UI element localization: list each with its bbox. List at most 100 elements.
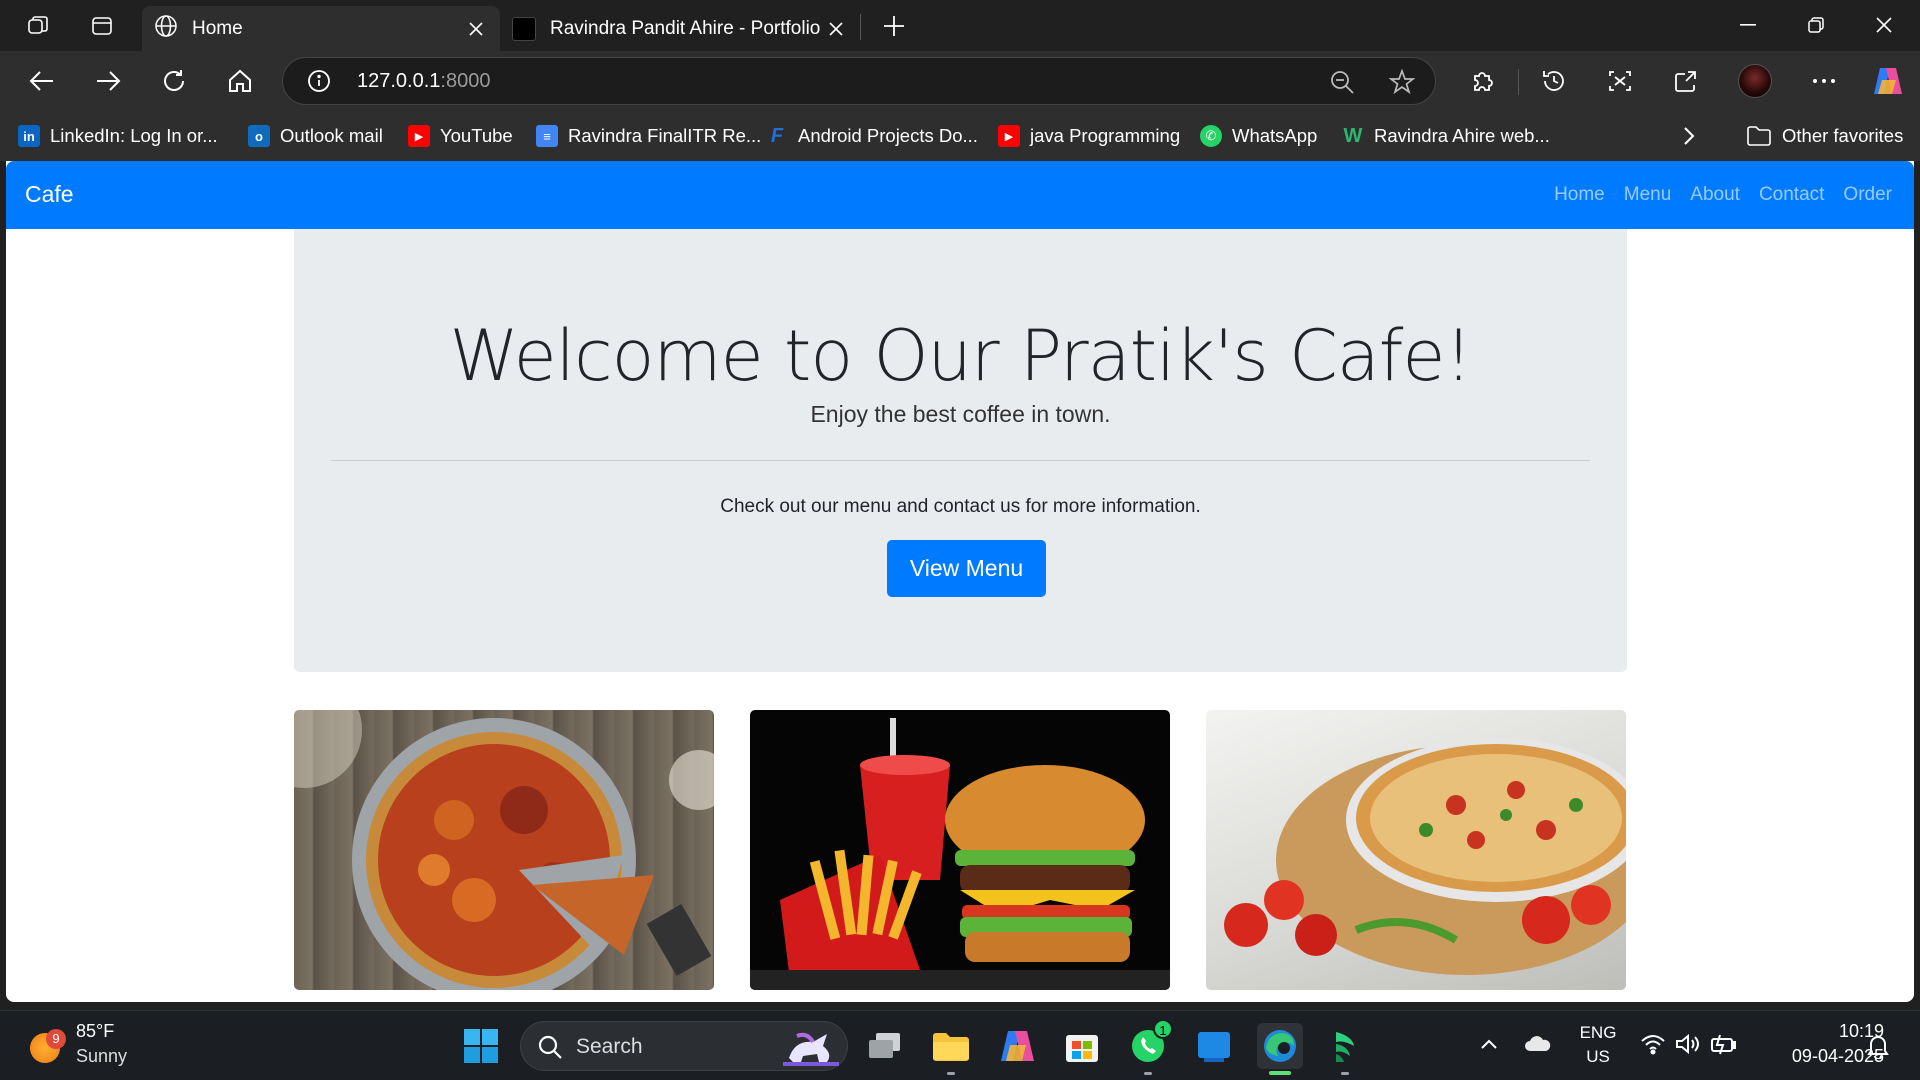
url-host: 127.0.0.1: [357, 70, 441, 92]
battery-icon[interactable]: [1710, 1033, 1738, 1060]
site-brand[interactable]: Cafe: [25, 181, 74, 208]
tab-home[interactable]: Home: [142, 6, 500, 51]
file-explorer-icon[interactable]: [928, 1023, 974, 1075]
favorite-whatsapp[interactable]: ✆ WhatsApp: [1200, 123, 1317, 149]
browser-toolbar: 127.0.0.1:8000: [0, 51, 1920, 111]
favorite-outlook[interactable]: o Outlook mail: [248, 123, 383, 149]
running-indicator: [947, 1072, 955, 1075]
whatsapp-taskbar-icon[interactable]: 1: [1125, 1019, 1173, 1075]
favorite-java-programming[interactable]: ▶ java Programming: [998, 123, 1180, 149]
favorite-label: YouTube: [440, 125, 513, 146]
pizza-tomatoes-image: [1206, 710, 1626, 990]
weather-condition: Sunny: [76, 1046, 128, 1066]
home-icon[interactable]: [222, 63, 258, 99]
copilot-taskbar-icon[interactable]: [994, 1023, 1040, 1069]
wifi-icon[interactable]: [1640, 1033, 1666, 1060]
site-nav-links: Home Menu About Contact Order: [1554, 184, 1892, 206]
web-page: Cafe Home Menu About Contact Order Welco…: [6, 161, 1914, 1002]
favorite-linkedin[interactable]: in LinkedIn: Log In or...: [18, 123, 218, 149]
tab-portfolio[interactable]: Ravindra Pandit Ahire - Portfolio: [500, 6, 860, 51]
profile-avatar[interactable]: [1737, 63, 1773, 99]
hero-jumbotron: Welcome to Our Pratik's Cafe! Enjoy the …: [294, 229, 1627, 672]
android-projects-icon: F: [770, 124, 784, 147]
favorite-label: java Programming: [1030, 125, 1181, 146]
running-indicator: [1144, 1072, 1152, 1075]
zoom-out-icon[interactable]: [1329, 69, 1355, 100]
nav-link-contact[interactable]: Contact: [1759, 184, 1824, 206]
weather-badge: 9: [46, 1029, 66, 1049]
nav-link-menu[interactable]: Menu: [1624, 184, 1672, 206]
weather-temp: 85°F: [76, 1021, 115, 1041]
history-icon[interactable]: [1536, 63, 1572, 99]
forward-icon[interactable]: [90, 63, 126, 99]
whatsapp-badge: 1: [1153, 1019, 1173, 1039]
pizza-slice-image: [294, 710, 714, 990]
favorite-label: Ravindra Ahire web...: [1374, 125, 1550, 146]
microsoft-store-icon[interactable]: [1059, 1023, 1105, 1069]
restore-icon[interactable]: [1796, 8, 1836, 42]
tab-title: Ravindra Pandit Ahire - Portfolio: [550, 17, 821, 39]
taskbar-search[interactable]: Search: [520, 1021, 848, 1071]
youtube-icon: ▶: [408, 125, 430, 147]
hero-divider: [331, 460, 1590, 461]
language-bottom[interactable]: US: [1578, 1047, 1618, 1067]
windows-taskbar: 9 85°F Sunny Search 1 ENG US 10:19 09-04…: [0, 1010, 1920, 1080]
chevron-up-icon[interactable]: [1480, 1037, 1498, 1055]
workspaces-icon[interactable]: [22, 10, 54, 42]
edge-browser-icon[interactable]: [1257, 1023, 1303, 1075]
language-top[interactable]: ENG: [1578, 1023, 1618, 1043]
new-tab-icon[interactable]: [878, 10, 910, 42]
close-tab-icon[interactable]: [464, 17, 488, 41]
burger-fries-image: [750, 710, 1170, 990]
other-favorites-label: Other favorites: [1782, 125, 1904, 146]
portfolio-favicon: [512, 16, 536, 41]
hero-title: Welcome to Our Pratik's Cafe!: [449, 315, 1472, 397]
active-indicator: [1269, 1071, 1291, 1075]
toolbar-separator: [1518, 69, 1519, 95]
linkedin-icon: in: [18, 125, 40, 147]
share-icon[interactable]: [1668, 63, 1704, 99]
favorite-label: Android Projects Do...: [798, 125, 978, 146]
tab-title: Home: [192, 17, 243, 39]
favorite-android-projects[interactable]: F Android Projects Do...: [766, 123, 978, 149]
vertical-tabs-icon[interactable]: [86, 10, 118, 42]
nav-link-order[interactable]: Order: [1843, 184, 1892, 206]
notes-app-icon[interactable]: [1191, 1023, 1237, 1069]
favorite-youtube[interactable]: ▶ YouTube: [408, 123, 513, 149]
url-port: :8000: [440, 70, 491, 92]
task-view-icon[interactable]: [862, 1023, 908, 1069]
url-text[interactable]: 127.0.0.1:8000: [357, 70, 490, 93]
volume-icon[interactable]: [1674, 1033, 1700, 1060]
other-favorites[interactable]: Other favorites: [1746, 123, 1903, 149]
clock-date[interactable]: 09-04-2025: [1750, 1046, 1884, 1067]
editor-app-icon[interactable]: [1322, 1023, 1368, 1075]
favorite-ravindra-web[interactable]: W Ravindra Ahire web...: [1342, 123, 1550, 149]
site-navbar: Cafe Home Menu About Contact Order: [6, 161, 1914, 229]
onedrive-icon[interactable]: [1524, 1035, 1552, 1058]
favorite-star-icon[interactable]: [1388, 68, 1416, 100]
favorite-docs[interactable]: ≡ Ravindra FinalITR Re...: [536, 123, 761, 149]
browser-tab-bar: Home Ravindra Pandit Ahire - Portfolio: [0, 0, 1920, 51]
screenshot-icon[interactable]: [1602, 63, 1638, 99]
more-options-icon[interactable]: [1806, 63, 1842, 99]
globe-icon: [154, 14, 178, 44]
close-window-icon[interactable]: [1864, 8, 1904, 42]
nav-link-about[interactable]: About: [1690, 184, 1740, 206]
chevron-right-icon[interactable]: [1682, 123, 1696, 149]
unicorn-icon: [783, 1028, 839, 1071]
site-info-icon[interactable]: [307, 69, 331, 98]
view-menu-button[interactable]: View Menu: [887, 540, 1046, 597]
notification-bell-icon[interactable]: [1866, 1033, 1890, 1064]
address-bar[interactable]: 127.0.0.1:8000: [282, 57, 1436, 105]
nav-link-home[interactable]: Home: [1554, 184, 1605, 206]
whatsapp-icon: ✆: [1200, 125, 1222, 147]
outlook-icon: o: [248, 125, 270, 147]
minimize-icon[interactable]: [1728, 8, 1768, 42]
favorite-label: Ravindra FinalITR Re...: [568, 125, 762, 146]
back-icon[interactable]: [24, 63, 60, 99]
refresh-icon[interactable]: [156, 63, 192, 99]
start-icon[interactable]: [458, 1023, 504, 1069]
extensions-icon[interactable]: [1464, 63, 1500, 99]
copilot-icon[interactable]: [1870, 63, 1906, 99]
close-tab-icon[interactable]: [824, 17, 848, 41]
